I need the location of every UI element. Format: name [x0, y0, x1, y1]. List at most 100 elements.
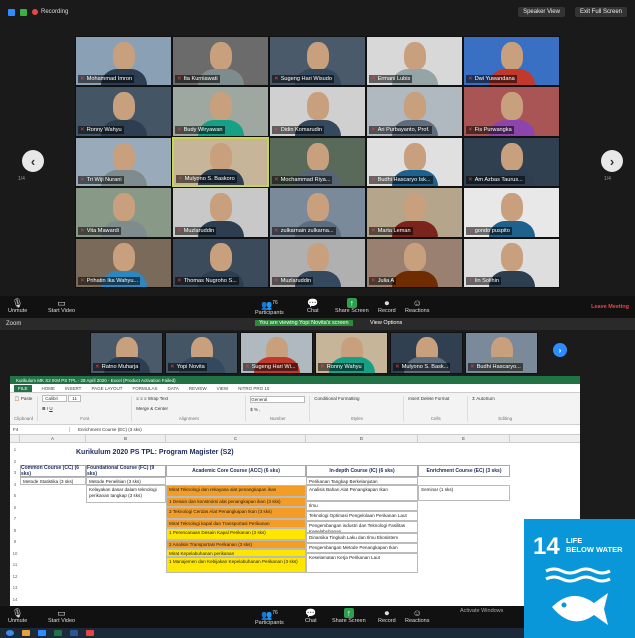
row-number[interactable]: 4: [10, 482, 20, 487]
participant-tile[interactable]: ✕ Budy Wiryawan: [172, 86, 269, 137]
formula-input[interactable]: Enrichment Course (EC) (3 sks): [70, 427, 142, 432]
row-number[interactable]: 6: [10, 505, 20, 510]
font-name-select[interactable]: Calibri: [42, 395, 68, 402]
view-options-button[interactable]: View Options: [370, 320, 402, 326]
number-format-select[interactable]: General: [250, 396, 306, 403]
strip-participant-tile[interactable]: ✕ Ratno Muharja: [90, 332, 163, 374]
sheet-cell[interactable]: Analisis Bahan Alat Penangkapan Ikan: [306, 485, 418, 501]
participant-tile[interactable]: ✕ Mochammad Riya...: [269, 136, 366, 188]
row-number[interactable]: 3: [10, 470, 20, 475]
participant-tile[interactable]: ✕ Dwi Yuwandana: [463, 36, 560, 87]
ribbon-tab[interactable]: VIEW: [217, 386, 229, 391]
autosum-button[interactable]: Σ AutoSum: [472, 396, 538, 401]
participant-tile[interactable]: ✕ Ermani Lubis: [366, 36, 463, 87]
row-number[interactable]: 13: [10, 585, 20, 590]
sheet-cell[interactable]: Keselamatan Kerja Perikanan Laut: [306, 553, 418, 573]
column-header-cell[interactable]: Academic Core Course (ACC) (6 sks): [166, 465, 306, 477]
participant-tile[interactable]: ✕ Thomas Nugroho S...: [172, 237, 269, 288]
participant-tile[interactable]: ✕ Julia A: [366, 237, 463, 288]
row-number[interactable]: 9: [10, 539, 20, 544]
column-header-cell[interactable]: In-depth Course (IC) (6 sks): [306, 465, 418, 477]
column-header-cell[interactable]: Foundational Course (FC) (9 sks): [86, 465, 166, 477]
zoom-icon[interactable]: [38, 630, 46, 636]
column-letter[interactable]: A: [20, 435, 86, 442]
record-button[interactable]: ⏺ Record: [378, 298, 396, 314]
sheet-cell[interactable]: Dinamika Tingkah Laku dan Ilmu Ekosistem: [306, 533, 418, 543]
ribbon-tab[interactable]: HOME: [42, 386, 56, 391]
participant-tile[interactable]: ✕ Mohammad Imron: [75, 36, 172, 87]
column-header-cell[interactable]: Common Course (CC) (6 sks): [20, 465, 86, 477]
strip-participant-tile[interactable]: ✕ Sugeng Hari Wi...: [240, 332, 313, 374]
column-header-cell[interactable]: Enrichment Course (EC) (3 sks): [418, 465, 510, 477]
strip-participant-tile[interactable]: ✕ Budhi Hascaryo...: [465, 332, 538, 374]
row-number[interactable]: 5: [10, 493, 20, 498]
participant-tile[interactable]: ✕ Budhi Hascaryo Isk...: [366, 136, 463, 188]
exit-full-screen-button[interactable]: Exit Full Screen: [574, 7, 627, 17]
participant-tile[interactable]: ✕ Sugeng Hari Wisudo: [269, 36, 366, 87]
sheet-cell[interactable]: 1 Manajemen dan Kebijakan Kepelabuhanan …: [166, 557, 306, 573]
strip-participant-tile[interactable]: ✕ Mulyono S. Bask...: [390, 332, 463, 374]
excel-icon[interactable]: [54, 630, 62, 636]
participant-tile[interactable]: ✕ Mulyono S. Baskoro: [172, 136, 269, 188]
participants-button[interactable]: 👥76 Participants: [255, 298, 284, 316]
sheet-cell[interactable]: 2 Analisis Transportasi Perikanan (3 sks…: [166, 540, 306, 549]
participant-tile[interactable]: ✕ Muzlaruddin: [269, 237, 366, 288]
strip-participant-tile[interactable]: ✕ Ronny Wahyu: [315, 332, 388, 374]
sheet-cell[interactable]: Mirat Teknologi kapal dan Transportasi P…: [166, 519, 306, 528]
participant-tile[interactable]: ✕ gondo puspito: [463, 187, 560, 238]
sheet-cell[interactable]: Mirat Kepelabuhanan perikanan: [166, 549, 306, 557]
row-number[interactable]: 12: [10, 574, 20, 579]
name-box[interactable]: F4: [10, 427, 70, 432]
row-number[interactable]: 8: [10, 528, 20, 533]
leave-meeting-button[interactable]: Leave Meeting: [591, 304, 629, 310]
start-icon[interactable]: [6, 630, 14, 636]
participant-tile[interactable]: ✕ Vita Mawardi: [75, 187, 172, 238]
column-letter[interactable]: D: [306, 435, 418, 442]
column-letter[interactable]: E: [418, 435, 510, 442]
ribbon-tab[interactable]: DATA: [168, 386, 179, 391]
ribbon-tab[interactable]: INSERT: [65, 386, 81, 391]
participant-tile[interactable]: ✕ Ari Purbayanto, Prof.: [366, 86, 463, 137]
font-size-select[interactable]: 11: [68, 395, 81, 402]
share-screen-button-bottom[interactable]: ↑ Share Screen: [332, 608, 366, 624]
row-number[interactable]: 14: [10, 597, 20, 602]
start-video-button-bottom[interactable]: ▭ Start Video: [48, 608, 75, 624]
record-button-bottom[interactable]: ⏺ Record: [378, 608, 396, 624]
sheet-cell[interactable]: Ilmu: [306, 501, 418, 511]
sheet-cell[interactable]: Mirat Teknologi dan rekayasa alat penang…: [166, 485, 306, 497]
bold-button[interactable]: B I U: [42, 406, 127, 411]
participant-tile[interactable]: ✕ Prihatin Ika Wahyu...: [75, 237, 172, 288]
sheet-cell[interactable]: 1 Perencanaan Desain Kapal Perikanan (3 …: [166, 528, 306, 540]
sheet-cell[interactable]: Kelayakan dasar dalam teknologi perikana…: [86, 485, 166, 503]
ribbon-tab[interactable]: NITRO PRO 10: [238, 386, 269, 391]
wrap-text-button[interactable]: ≡ ≡ ≡ Wrap Text: [136, 396, 241, 401]
sheet-cell[interactable]: 1 Desain dan konstruksi alat penangkapan…: [166, 497, 306, 507]
sheet-cell[interactable]: Metode Statistika (3 sks): [20, 477, 86, 485]
unmute-button-bottom[interactable]: 🎙 Unmute: [8, 608, 27, 624]
sheet-cell[interactable]: Pengembangan Metode Penangkapan Ikan: [306, 543, 418, 553]
unmute-button[interactable]: 🎙 Unmute: [8, 298, 27, 314]
row-number[interactable]: 11: [10, 562, 20, 567]
share-screen-button[interactable]: ↑ Share Screen: [335, 298, 369, 314]
shield-icon[interactable]: [20, 8, 27, 16]
start-video-button[interactable]: ▭ Start Video: [48, 298, 75, 314]
reactions-button[interactable]: ☺ Reactions: [405, 298, 429, 314]
strip-participant-tile[interactable]: ✕ Yopi Novita: [165, 332, 238, 374]
participant-tile[interactable]: ✕ zulkarnain zulkarna...: [269, 187, 366, 238]
previous-page-button[interactable]: ‹: [22, 150, 44, 172]
merge-center-button[interactable]: Merge & Center: [136, 406, 241, 411]
sheet-cell[interactable]: Pengembangan industri dan Teknologi Fasi…: [306, 521, 418, 533]
participants-button-bottom[interactable]: 👥76 Participants: [255, 608, 284, 626]
participant-tile[interactable]: ✕ Am Azbas Taurus...: [463, 136, 560, 188]
folder-icon[interactable]: [22, 630, 30, 636]
column-letter[interactable]: B: [86, 435, 166, 442]
participant-tile[interactable]: ✕ Iin Solihin: [463, 237, 560, 288]
conditional-formatting-button[interactable]: Conditional Formatting: [314, 396, 399, 401]
word-icon[interactable]: [70, 630, 78, 636]
row-number[interactable]: 1: [10, 447, 20, 452]
chat-button-bottom[interactable]: 💬 Chat: [305, 608, 317, 624]
participant-tile[interactable]: ✕ Ita Kurniawati: [172, 36, 269, 87]
participant-tile[interactable]: ✕ Ronny Wahyu: [75, 86, 172, 137]
sheet-cell[interactable]: Seminar (1 sks): [418, 485, 510, 501]
participant-tile[interactable]: ✕ Muzlaruddin: [172, 187, 269, 238]
